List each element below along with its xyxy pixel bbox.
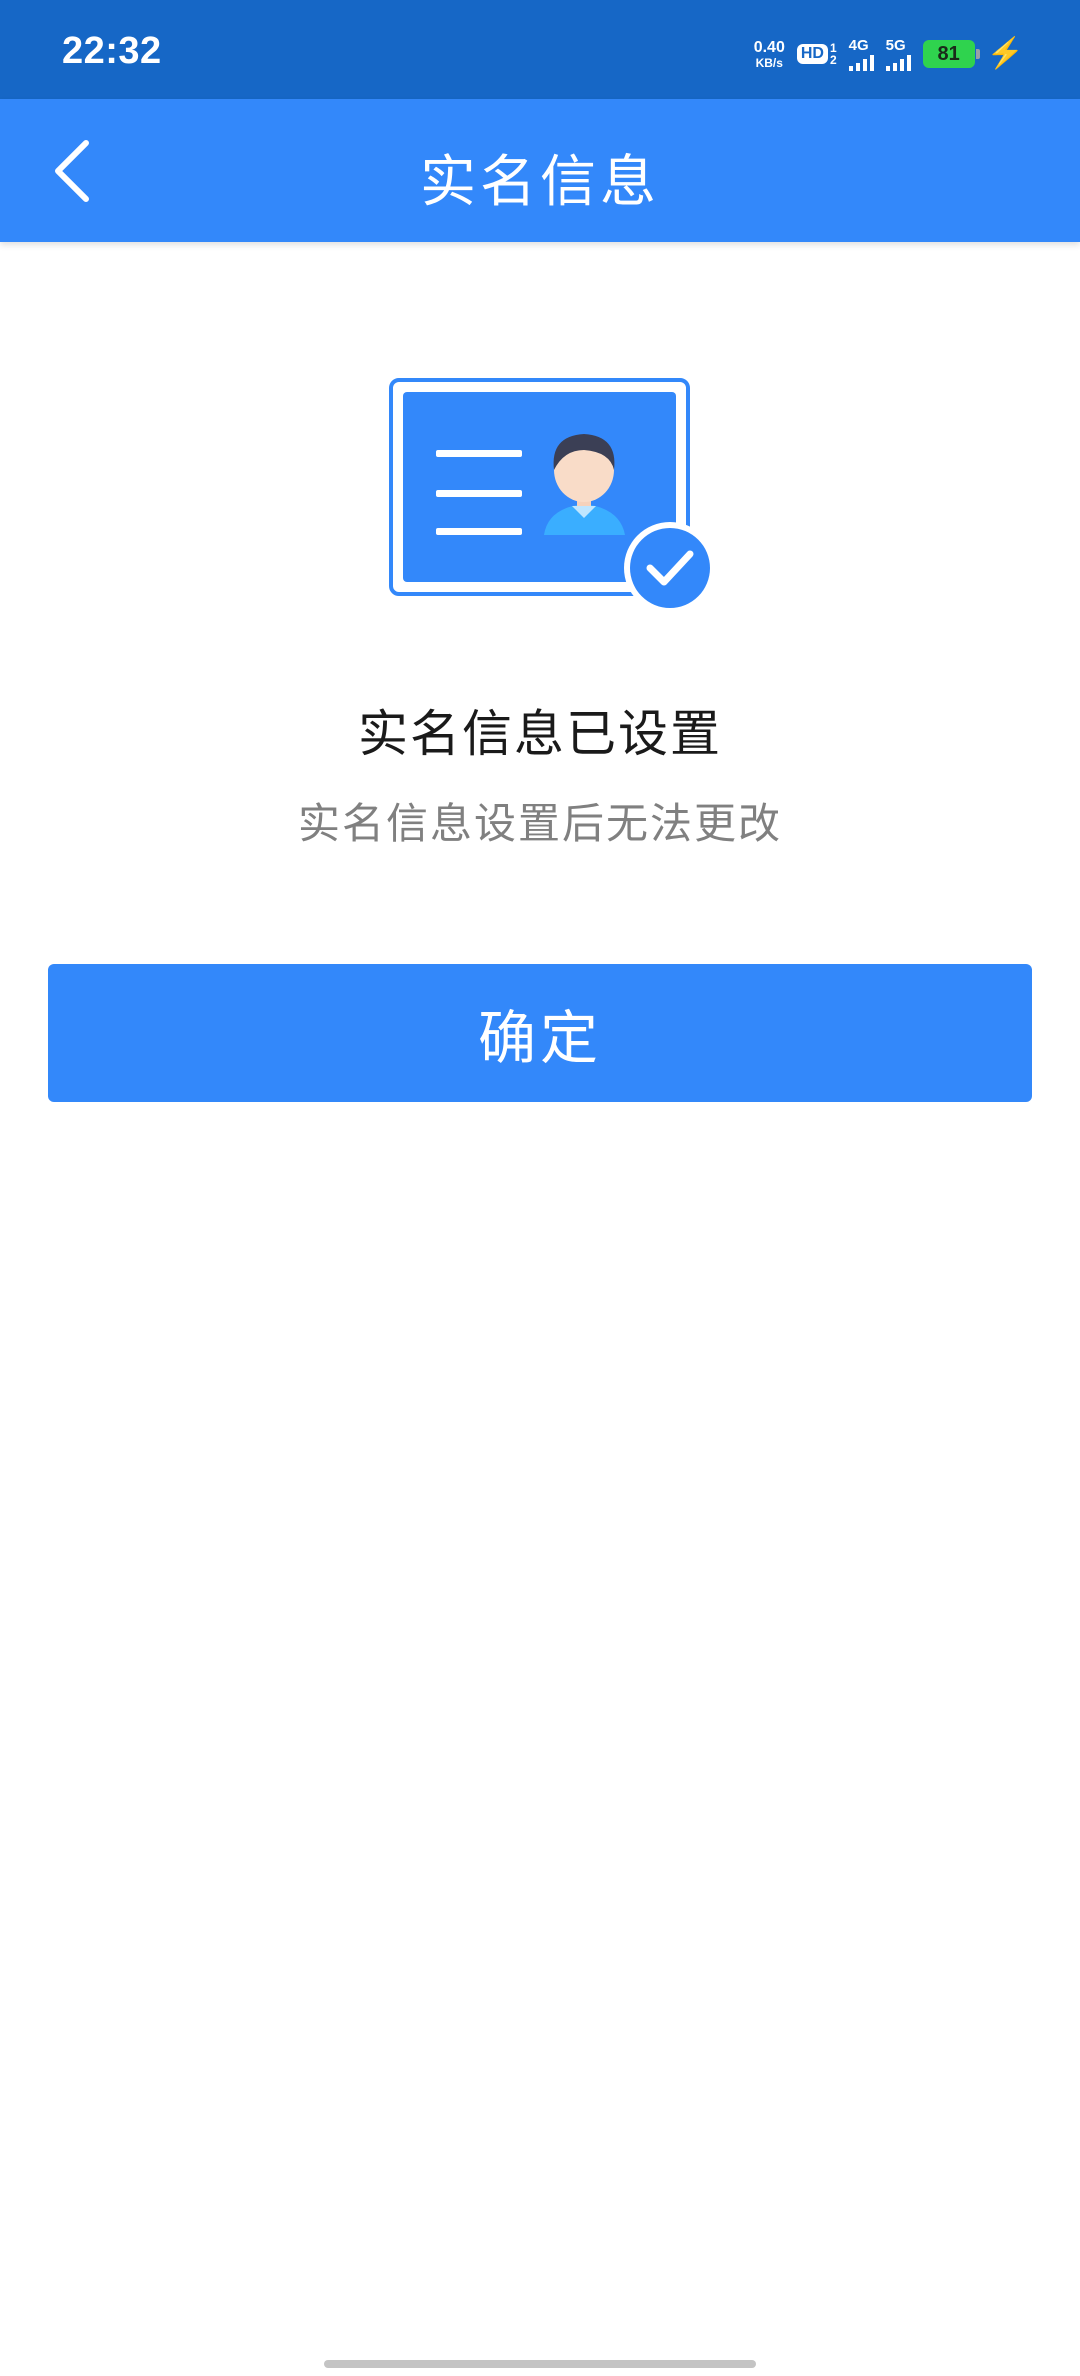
signal-5g-icon: 5G xyxy=(885,36,911,71)
battery-icon: 81 xyxy=(922,40,980,68)
status-icons: 0.40 KB/s HD 1 2 4G 5G 81 ⚡ xyxy=(754,34,1024,74)
network-speed-value: 0.40 xyxy=(753,38,785,56)
signal-5g-label: 5G xyxy=(885,36,906,54)
signal-5g-bars xyxy=(885,54,911,71)
network-speed-unit: KB/s xyxy=(755,55,783,70)
title-bar: 实名信息 xyxy=(0,99,1080,242)
signal-4g-icon: 4G xyxy=(848,36,874,71)
id-card-verified-icon xyxy=(388,378,718,618)
battery-level: 81 xyxy=(937,42,960,65)
status-heading: 实名信息已设置 xyxy=(358,705,722,763)
status-bar: 22:32 0.40 KB/s HD 1 2 4G 5G 81 ⚡ xyxy=(0,0,1080,99)
hd-sim-numbers: 1 2 xyxy=(830,42,837,66)
home-indicator[interactable] xyxy=(324,2360,756,2368)
hd-label: HD xyxy=(796,44,828,64)
page-title: 实名信息 xyxy=(420,150,660,215)
status-subtext: 实名信息设置后无法更改 xyxy=(297,799,782,848)
charging-bolt-icon: ⚡ xyxy=(986,37,1024,70)
network-speed: 0.40 KB/s xyxy=(753,38,785,70)
hd-sim-bottom: 2 xyxy=(829,53,837,67)
hd-voice-icon: HD 1 2 xyxy=(796,42,837,66)
signal-4g-label: 4G xyxy=(848,36,869,54)
status-time: 22:32 xyxy=(62,30,162,72)
id-card-illustration xyxy=(389,378,716,614)
confirm-button[interactable]: 确定 xyxy=(48,964,1032,1102)
signal-4g-bars xyxy=(848,54,874,71)
